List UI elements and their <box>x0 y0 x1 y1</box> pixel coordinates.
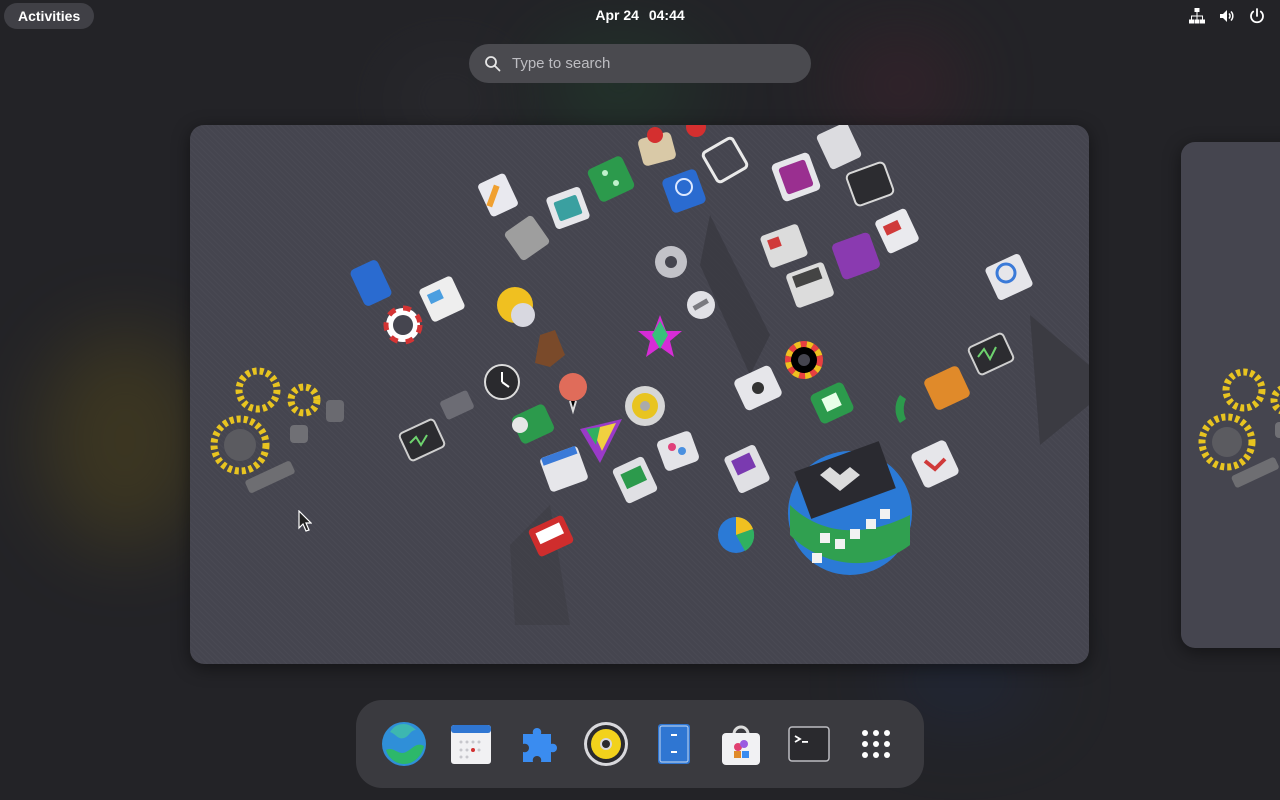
globe-icon <box>381 722 426 766</box>
workspace-thumbnail-next[interactable] <box>1181 142 1280 648</box>
shopping-bag-icon <box>722 725 761 765</box>
system-tray[interactable] <box>1188 7 1266 25</box>
calendar-icon <box>451 725 492 764</box>
volume-icon[interactable] <box>1218 7 1236 25</box>
terminal-icon <box>788 726 830 762</box>
dash-app-extensions[interactable] <box>515 720 563 768</box>
dash-show-apps-button[interactable] <box>852 720 900 768</box>
background-blur <box>840 40 960 130</box>
puzzle-icon <box>522 728 557 762</box>
dash-app-music-player[interactable] <box>582 720 630 768</box>
speaker-icon <box>584 722 629 766</box>
power-icon[interactable] <box>1248 7 1266 25</box>
mouse-pointer-icon <box>298 510 312 532</box>
search-bar[interactable] <box>469 44 811 83</box>
clock-time: 04:44 <box>648 7 685 23</box>
dash-app-terminal[interactable] <box>785 720 833 768</box>
dash-app-calendar[interactable] <box>447 720 495 768</box>
workspace-thumbnail-active[interactable] <box>190 125 1089 664</box>
clock[interactable]: Apr 24 04:44 <box>0 7 1280 23</box>
file-cabinet-icon <box>657 724 690 764</box>
wallpaper <box>1198 368 1280 488</box>
background-blur <box>40 330 210 550</box>
top-bar: Activities Apr 24 04:44 <box>0 0 1280 32</box>
clock-date: Apr 24 <box>595 7 639 23</box>
dash-app-software[interactable] <box>717 720 765 768</box>
app-grid-icon <box>862 730 891 758</box>
network-icon[interactable] <box>1188 7 1206 25</box>
search-icon <box>485 56 501 72</box>
dash-app-files[interactable] <box>650 720 698 768</box>
search-input[interactable] <box>512 55 792 72</box>
wallpaper <box>210 125 1089 625</box>
dash <box>356 700 924 788</box>
dash-app-web-browser[interactable] <box>380 720 428 768</box>
